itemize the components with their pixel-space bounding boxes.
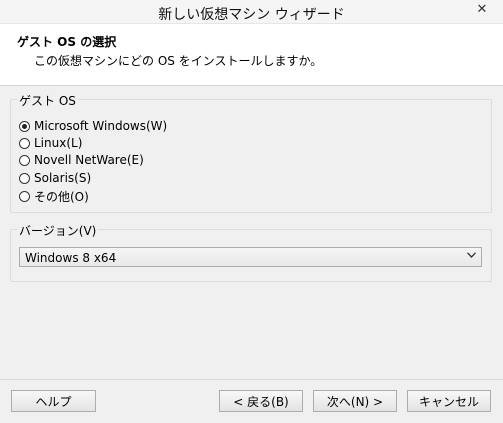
page-title: ゲスト OS の選択 xyxy=(17,35,117,49)
wizard-window: 新しい仮想マシン ウィザード ✕ ゲスト OS の選択 この仮想マシンにどの O… xyxy=(0,0,503,423)
radio-label: Solaris(S) xyxy=(34,171,92,185)
radio-label: Linux(L) xyxy=(34,136,83,150)
radio-button[interactable] xyxy=(19,190,30,202)
radio-label: Novell NetWare(E) xyxy=(34,153,144,167)
back-button[interactable]: < 戻る(B) xyxy=(219,390,303,412)
radio-button[interactable] xyxy=(19,137,30,149)
radio-solaris[interactable]: Solaris(S) xyxy=(19,170,91,186)
header-panel: ゲスト OS の選択 この仮想マシンにどの OS をインストールしますか。 xyxy=(0,24,503,86)
radio-label: その他(O) xyxy=(34,189,89,204)
close-icon: ✕ xyxy=(476,1,488,17)
chevron-down-icon[interactable] xyxy=(467,250,476,261)
version-legend: バージョン(V) xyxy=(17,222,99,239)
footer-divider xyxy=(0,379,503,380)
guest-os-group: ゲスト OS Microsoft Windows(W) Linux(L) Nov… xyxy=(10,92,492,213)
help-button[interactable]: ヘルプ xyxy=(11,390,96,412)
radio-button-selected[interactable] xyxy=(19,120,30,132)
title-bar: 新しい仮想マシン ウィザード ✕ xyxy=(0,0,503,24)
close-button[interactable]: ✕ xyxy=(465,0,499,18)
window-title: 新しい仮想マシン ウィザード xyxy=(158,7,345,23)
radio-label: Microsoft Windows(W) xyxy=(34,119,168,133)
cancel-button[interactable]: キャンセル xyxy=(407,390,491,412)
version-select-value: Windows 8 x64 xyxy=(25,251,117,265)
version-select[interactable]: Windows 8 x64 xyxy=(19,247,482,267)
radio-linux[interactable]: Linux(L) xyxy=(19,135,82,151)
version-group: バージョン(V) Windows 8 x64 xyxy=(10,222,492,282)
next-button[interactable]: 次へ(N) > xyxy=(313,390,397,412)
guest-os-legend: ゲスト OS xyxy=(17,92,78,109)
radio-dot-icon xyxy=(22,123,27,129)
radio-microsoft-windows[interactable]: Microsoft Windows(W) xyxy=(19,118,167,134)
page-subtitle: この仮想マシンにどの OS をインストールしますか。 xyxy=(34,54,323,68)
radio-other[interactable]: その他(O) xyxy=(19,188,89,204)
radio-button[interactable] xyxy=(19,172,30,184)
radio-button[interactable] xyxy=(19,154,30,166)
radio-novell-netware[interactable]: Novell NetWare(E) xyxy=(19,152,144,168)
